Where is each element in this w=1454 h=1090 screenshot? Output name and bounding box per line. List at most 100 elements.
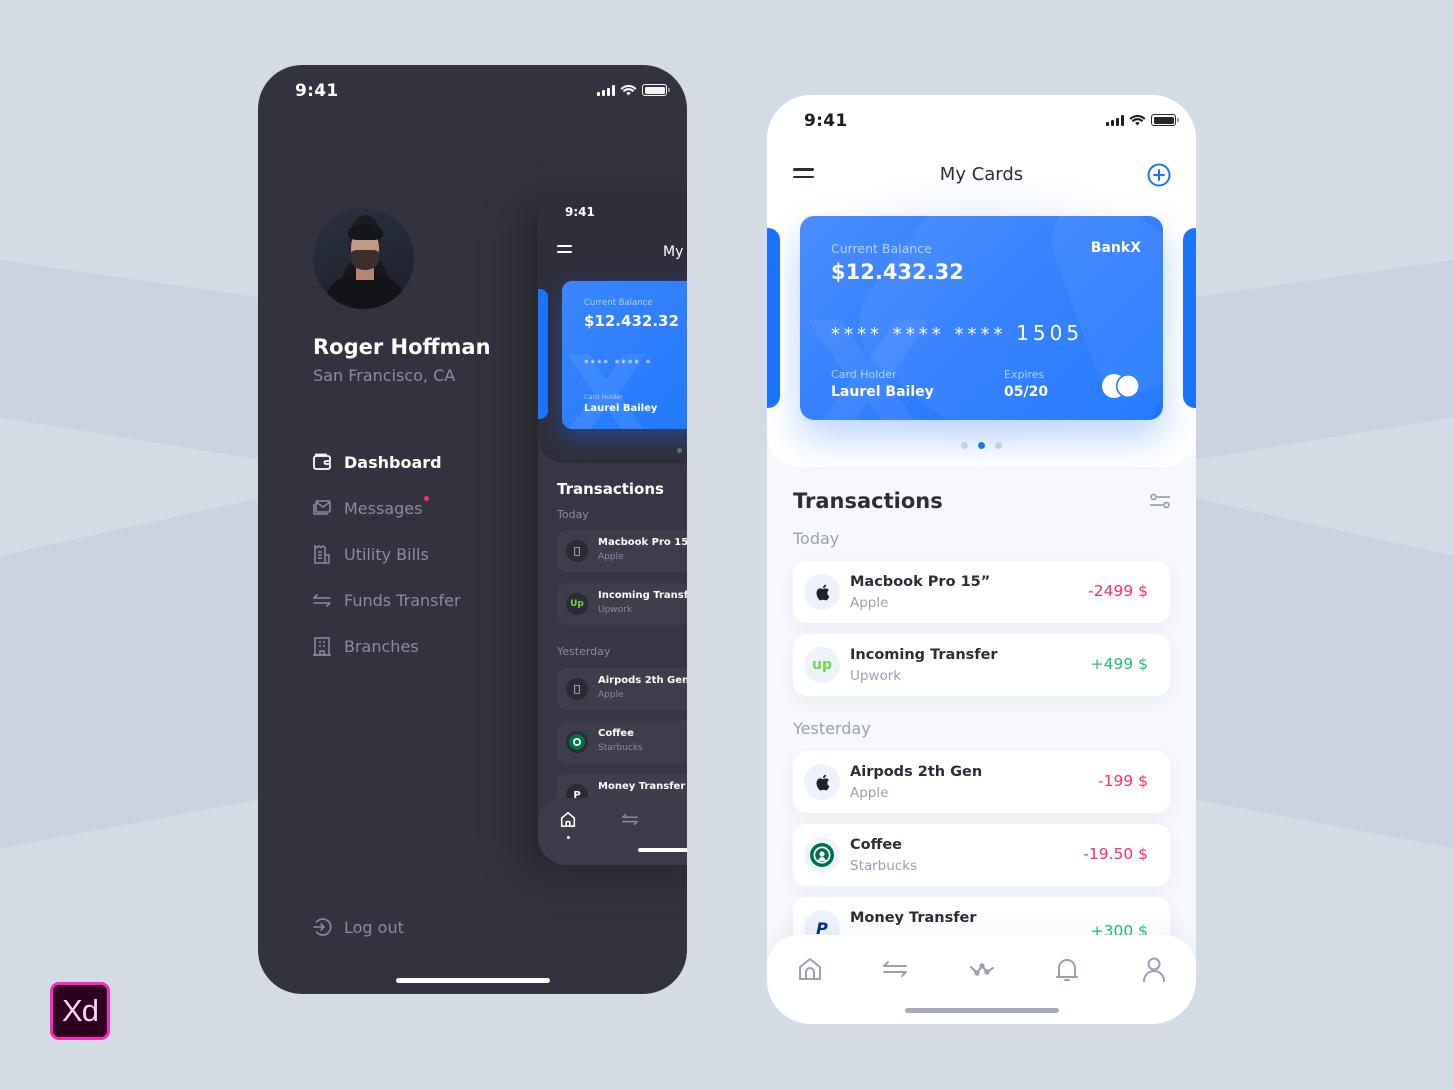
logout-icon bbox=[312, 917, 332, 937]
menu-item-utility-bills[interactable]: Utility Bills bbox=[312, 531, 461, 577]
transfer-icon[interactable] bbox=[621, 811, 639, 827]
filter-icon[interactable] bbox=[1149, 493, 1171, 509]
apple-icon bbox=[804, 574, 840, 610]
pager-dot[interactable] bbox=[995, 442, 1002, 449]
transaction-name: Money Transfer bbox=[850, 910, 977, 926]
wallet-icon bbox=[312, 452, 332, 472]
transaction-row[interactable]:  Macbook Pro 15” Apple bbox=[557, 530, 687, 572]
bank-logo: BankX bbox=[1090, 240, 1141, 256]
avatar[interactable] bbox=[313, 208, 414, 309]
unread-badge bbox=[424, 496, 429, 501]
upwork-icon: up bbox=[804, 647, 840, 683]
adobe-xd-logo: Xd bbox=[50, 982, 110, 1040]
transaction-row[interactable]: Coffee Starbucks -19.50 $ bbox=[793, 824, 1170, 886]
transaction-name: Coffee bbox=[850, 837, 903, 853]
menu-item-messages[interactable]: Messages bbox=[312, 485, 461, 531]
pager-dot[interactable] bbox=[961, 442, 968, 449]
signal-icon bbox=[1106, 114, 1124, 126]
transaction-name: Macbook Pro 15” bbox=[850, 574, 991, 590]
menu-item-label: Funds Transfer bbox=[344, 590, 461, 610]
adjacent-card[interactable] bbox=[538, 289, 548, 419]
battery-icon bbox=[642, 84, 670, 96]
wifi-icon bbox=[1129, 114, 1146, 126]
starbucks-icon bbox=[804, 837, 840, 873]
pager-dot-active[interactable] bbox=[978, 442, 985, 449]
transaction-row[interactable]: Airpods 2th Gen Apple -199 $ bbox=[793, 751, 1170, 813]
expires-label: Expires bbox=[1004, 368, 1045, 381]
menu-item-branches[interactable]: Branches bbox=[312, 623, 461, 669]
menu-icon[interactable] bbox=[557, 245, 572, 257]
balance-label: Current Balance bbox=[584, 298, 653, 308]
group-label: Yesterday bbox=[557, 645, 611, 658]
transaction-row[interactable]: Coffee Starbucks bbox=[557, 721, 687, 763]
pushed-main-screen[interactable]: 9:41 My X Current Balance $12.432.32 ***… bbox=[538, 193, 687, 865]
transaction-amount: -199 $ bbox=[1098, 772, 1148, 790]
card-number: **** **** **** 1505 bbox=[831, 321, 1084, 345]
screen-title: My bbox=[663, 244, 684, 260]
previous-card[interactable] bbox=[767, 228, 780, 408]
menu-item-label: Dashboard bbox=[344, 452, 442, 472]
status-time: 9:41 bbox=[804, 111, 848, 131]
home-icon[interactable] bbox=[796, 955, 824, 983]
active-indicator bbox=[567, 836, 570, 839]
profile-icon[interactable] bbox=[1140, 955, 1168, 983]
transaction-merchant: Apple bbox=[850, 785, 889, 801]
add-card-button[interactable] bbox=[1147, 163, 1171, 187]
group-label: Today bbox=[557, 508, 589, 521]
transactions-title: Transactions bbox=[557, 480, 664, 498]
status-bar: 9:41 bbox=[258, 65, 687, 117]
card-pager bbox=[767, 442, 1196, 449]
transaction-row[interactable]: Up Incoming Transfer Upwork bbox=[557, 583, 687, 625]
bill-icon bbox=[312, 544, 332, 564]
status-bar: 9:41 bbox=[767, 95, 1196, 147]
bottom-nav bbox=[767, 935, 1196, 1024]
balance-value: $12.432.32 bbox=[584, 312, 679, 330]
transaction-amount: +499 $ bbox=[1090, 655, 1148, 673]
wifi-icon bbox=[620, 84, 637, 96]
expires-value: 05/20 bbox=[1004, 384, 1049, 400]
transaction-row[interactable]: up Incoming Transfer Upwork +499 $ bbox=[793, 634, 1170, 696]
home-indicator bbox=[396, 978, 550, 983]
status-time: 9:41 bbox=[295, 81, 339, 101]
building-icon bbox=[312, 636, 332, 656]
transaction-merchant: Starbucks bbox=[850, 858, 918, 874]
menu-item-label: Utility Bills bbox=[344, 544, 429, 564]
mastercard-icon bbox=[1102, 374, 1142, 398]
upwork-icon: Up bbox=[566, 593, 588, 615]
transaction-name: Airpods 2th Gen bbox=[850, 764, 983, 780]
group-label-today: Today bbox=[793, 529, 840, 548]
transaction-amount: -2499 $ bbox=[1088, 582, 1148, 600]
transfer-icon[interactable] bbox=[881, 955, 909, 983]
menu-item-funds-transfer[interactable]: Funds Transfer bbox=[312, 577, 461, 623]
bank-card[interactable]: X Current Balance $12.432.32 BankX **** … bbox=[800, 216, 1163, 420]
card-holder-name: Laurel Bailey bbox=[831, 384, 934, 400]
home-icon[interactable] bbox=[559, 810, 577, 828]
pager-dot[interactable] bbox=[677, 448, 682, 453]
bell-icon[interactable] bbox=[1053, 955, 1081, 983]
mail-icon bbox=[312, 498, 332, 518]
group-label-yesterday: Yesterday bbox=[793, 719, 871, 738]
menu-item-label: Messages bbox=[344, 498, 423, 518]
transaction-row[interactable]: Macbook Pro 15” Apple -2499 $ bbox=[793, 561, 1170, 623]
status-time: 9:41 bbox=[565, 205, 595, 219]
bank-card[interactable]: X Current Balance $12.432.32 **** **** *… bbox=[562, 281, 687, 429]
my-cards-phone-screen: 9:41 My Cards X Current Balance $12.432.… bbox=[767, 95, 1196, 1024]
user-name: Roger Hoffman bbox=[313, 335, 491, 359]
menu-item-label: Branches bbox=[344, 636, 419, 656]
transaction-name: Incoming Transfer bbox=[850, 647, 998, 663]
balance-value: $12.432.32 bbox=[831, 260, 964, 284]
page-title: My Cards bbox=[939, 164, 1024, 185]
card-holder-name: Laurel Bailey bbox=[584, 403, 658, 414]
signal-icon bbox=[597, 84, 615, 96]
menu-item-dashboard[interactable]: Dashboard bbox=[312, 439, 461, 485]
activity-icon[interactable] bbox=[968, 955, 996, 983]
logout-button[interactable]: Log out bbox=[312, 917, 404, 937]
next-card[interactable] bbox=[1183, 228, 1196, 408]
transfer-icon bbox=[312, 590, 332, 610]
transactions-title: Transactions bbox=[793, 489, 943, 513]
transaction-row[interactable]:  Airpods 2th Gen Apple bbox=[557, 668, 687, 710]
logout-label: Log out bbox=[344, 917, 404, 937]
home-indicator bbox=[638, 848, 687, 852]
battery-icon bbox=[1151, 114, 1179, 126]
card-holder-label: Card Holder bbox=[584, 393, 623, 401]
